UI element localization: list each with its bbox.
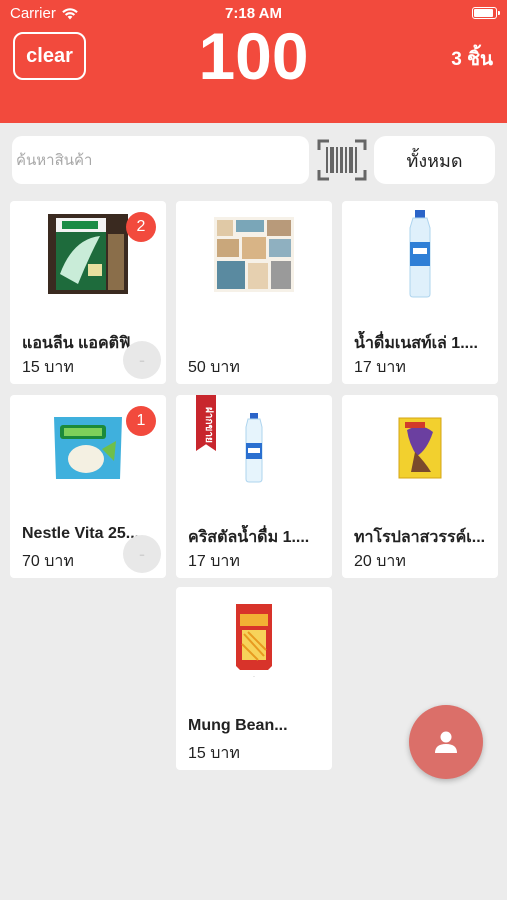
product-price: 50 บาท [188,359,240,376]
product-name: น้ำดื่มเนสท์เล่ 1.... [354,335,478,352]
product-image [342,209,498,299]
barcode-scan-button[interactable] [317,138,367,182]
decrease-quantity-button[interactable]: - [123,341,161,379]
product-card[interactable]: 50 บาท [176,201,332,384]
product-card[interactable]: ฝากขาย คริสตัลน้ำดื่ม 1.... 17 บาท [176,395,332,578]
product-card[interactable]: · Mung Bean... 15 บาท [176,587,332,770]
product-image [176,209,332,299]
minus-icon: - [139,543,145,564]
person-icon [435,731,457,753]
product-price: 70 บาท [22,553,74,570]
search-box [12,136,309,184]
product-name: คริสตัลน้ำดื่ม 1.... [188,529,310,546]
product-name: Mung Bean... [188,717,288,734]
quantity-badge: 1 [126,406,156,436]
product-price: 15 บาท [22,359,74,376]
product-name: ทาโรปลาสวรรค์เ... [354,529,486,546]
product-price: 17 บาท [354,359,406,376]
product-price: 20 บาท [354,553,406,570]
product-card[interactable]: 1 Nestle Vita 25... 70 บาท - [10,395,166,578]
product-price: 17 บาท [188,553,240,570]
item-count: 3 ชิ้น [451,49,493,70]
product-card[interactable]: 2 แอนลีน แอคติฟิ... 15 บาท - [10,201,166,384]
cart-total: 100 [198,19,309,93]
barcode-icon [317,139,367,181]
product-card[interactable]: น้ำดื่มเนสท์เล่ 1.... 17 บาท [342,201,498,384]
product-image [176,403,332,493]
customer-button[interactable] [409,705,483,779]
header-bar: Carrier 7:18 AM clear 100 3 ชิ้น [0,0,507,123]
product-image [342,403,498,493]
quantity-badge: 2 [126,212,156,242]
search-input[interactable] [12,136,309,184]
product-image: · [176,595,332,685]
decrease-quantity-button[interactable]: - [123,535,161,573]
minus-icon: - [139,349,145,370]
svg-text:·: · [253,674,255,680]
product-price: 15 บาท [188,745,240,762]
category-filter-button[interactable]: ทั้งหมด [374,136,495,184]
product-card[interactable]: ทาโรปลาสวรรค์เ... 20 บาท [342,395,498,578]
